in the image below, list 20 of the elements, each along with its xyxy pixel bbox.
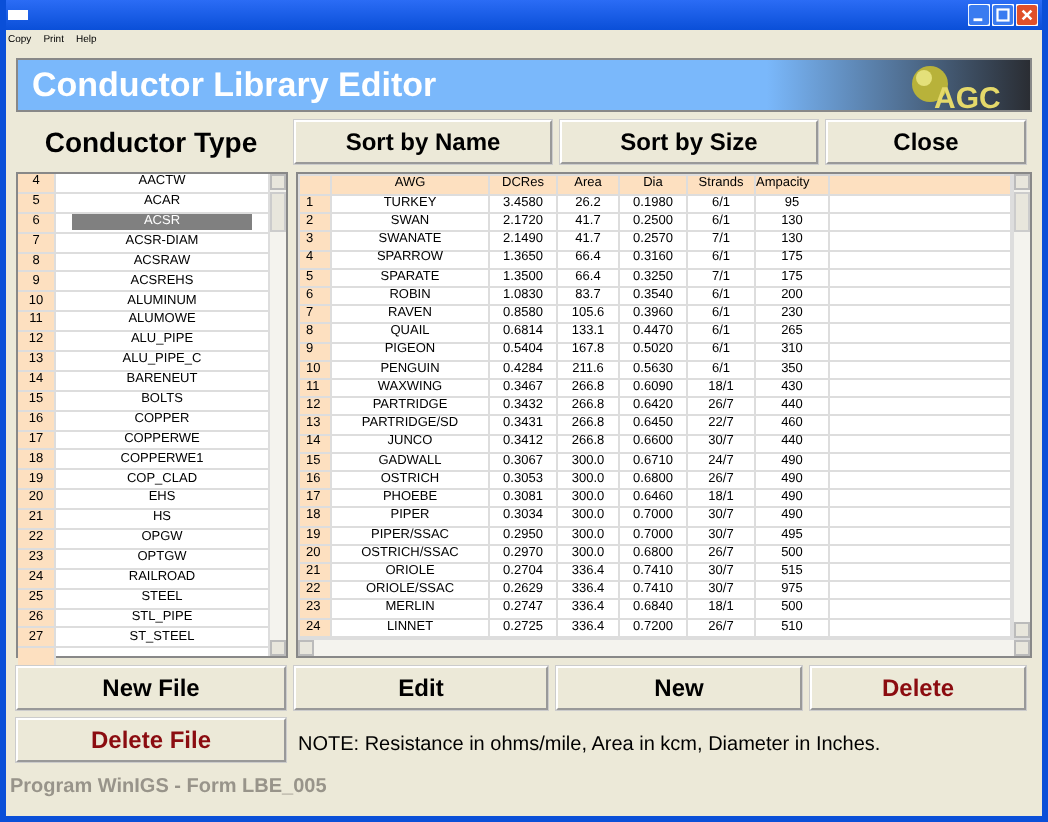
logo: AGC — [910, 60, 1010, 110]
scrollbar[interactable] — [1012, 174, 1030, 638]
banner-title: Conductor Library Editor — [30, 65, 437, 105]
toolbar-button[interactable]: Close — [826, 120, 1026, 164]
minimize-icon[interactable] — [968, 4, 990, 26]
section-label: Conductor Type — [42, 126, 260, 158]
action-button[interactable]: New — [556, 666, 802, 710]
note-text: NOTE: Resistance in ohms/mile, Area in kcm, Diameter in Inches. — [298, 734, 881, 756]
footer-text: Program WinIGS - Form LBE_005 — [10, 776, 329, 798]
close-icon[interactable] — [1016, 4, 1038, 26]
app-icon — [8, 10, 28, 20]
action-button[interactable]: New File — [16, 666, 286, 710]
scrollbar[interactable] — [268, 174, 286, 656]
action-button[interactable]: Edit — [294, 666, 548, 710]
maximize-icon[interactable] — [992, 4, 1014, 26]
delete-file-button[interactable]: Delete File — [16, 718, 286, 762]
action-button[interactable]: Delete — [810, 666, 1026, 710]
toolbar-button[interactable]: Sort by Name — [294, 120, 552, 164]
horizontal-scrollbar[interactable] — [298, 638, 1030, 656]
toolbar-button[interactable]: Sort by Size — [560, 120, 818, 164]
